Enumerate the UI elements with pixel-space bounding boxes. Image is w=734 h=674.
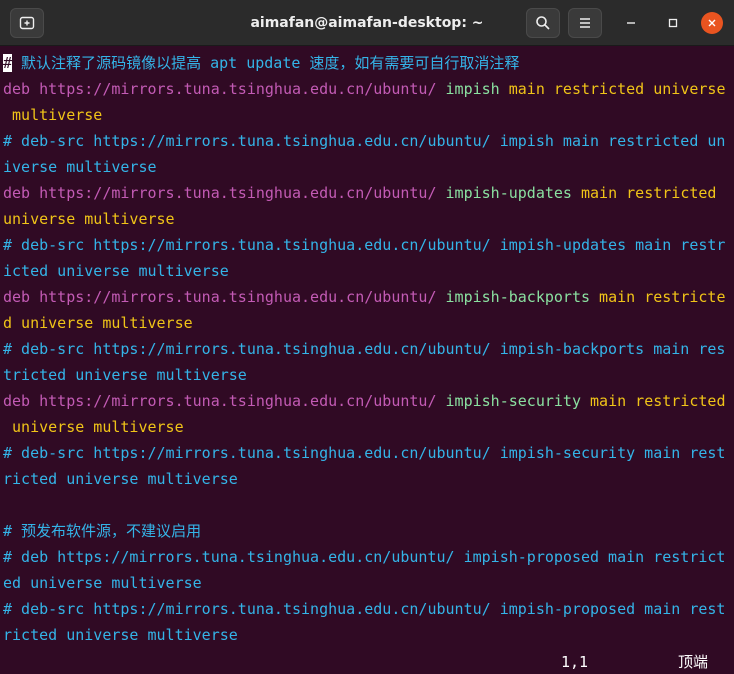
editor-line: d universe multiverse: [3, 314, 193, 332]
editor-line: deb https://mirrors.tuna.tsinghua.edu.cn…: [3, 392, 726, 410]
minimize-button[interactable]: [620, 12, 642, 34]
editor-line: # deb-src https://mirrors.tuna.tsinghua.…: [3, 600, 726, 618]
search-icon: [536, 16, 550, 30]
editor-line: deb https://mirrors.tuna.tsinghua.edu.cn…: [3, 288, 726, 306]
editor-line: ricted universe multiverse: [3, 470, 238, 488]
search-button[interactable]: [526, 8, 560, 38]
editor-line: tricted universe multiverse: [3, 366, 247, 384]
editor-line: deb https://mirrors.tuna.tsinghua.edu.cn…: [3, 80, 726, 98]
editor-line: icted universe multiverse: [3, 262, 229, 280]
title-bar: aimafan@aimafan-desktop: ~: [0, 0, 734, 46]
editor-line: deb https://mirrors.tuna.tsinghua.edu.cn…: [3, 184, 717, 202]
cursor-position: 1,1: [561, 653, 589, 671]
close-button[interactable]: [701, 12, 723, 34]
hamburger-icon: [580, 18, 590, 28]
editor-line: # deb-src https://mirrors.tuna.tsinghua.…: [3, 444, 726, 462]
editor-line: # 预发布软件源，不建议启用: [3, 522, 202, 540]
new-tab-icon: [19, 16, 35, 30]
editor-line: # deb-src https://mirrors.tuna.tsinghua.…: [3, 340, 726, 358]
editor-line: multiverse: [3, 106, 103, 124]
editor-line: universe multiverse: [3, 210, 175, 228]
editor-line: ed universe multiverse: [3, 574, 202, 592]
minimize-icon: [627, 22, 635, 24]
editor-line: # deb-src https://mirrors.tuna.tsinghua.…: [3, 132, 726, 150]
text-cursor: #: [3, 54, 13, 72]
editor-line: iverse multiverse: [3, 158, 157, 176]
terminal-window: aimafan@aimafan-desktop: ~ # 默认注释了源码镜像以提…: [0, 0, 734, 674]
editor-line: ricted universe multiverse: [3, 626, 238, 644]
editor-line: # deb-src https://mirrors.tuna.tsinghua.…: [3, 236, 726, 254]
editor-line: # 默认注释了源码镜像以提高 apt update 速度，如有需要可自行取消注释: [3, 54, 520, 72]
close-icon: [708, 19, 716, 27]
maximize-icon: [668, 18, 678, 28]
menu-button[interactable]: [568, 8, 602, 38]
new-tab-button[interactable]: [10, 8, 44, 38]
scroll-indicator: 顶端: [678, 653, 709, 671]
maximize-button[interactable]: [662, 12, 684, 34]
editor-line: universe multiverse: [3, 418, 184, 436]
editor-line: # deb https://mirrors.tuna.tsinghua.edu.…: [3, 548, 726, 566]
terminal-text-area[interactable]: # 默认注释了源码镜像以提高 apt update 速度，如有需要可自行取消注释…: [0, 48, 734, 674]
